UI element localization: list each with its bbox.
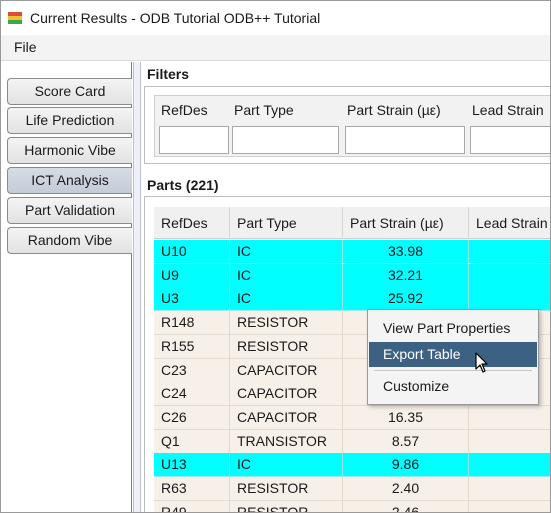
filter-part-type-label: Part Type: [234, 102, 294, 118]
cell-part-strain: 2.40: [343, 477, 469, 500]
cell-refdes: C23: [154, 358, 230, 382]
filter-refdes: RefDes: [155, 96, 231, 158]
filter-part-strain: Part Strain (µε): [341, 96, 467, 158]
cell-part-strain: 2.46: [343, 500, 469, 512]
cell-refdes: R63: [154, 477, 230, 500]
tab-score-card[interactable]: Score Card: [7, 78, 132, 105]
column-header-part-type[interactable]: Part Type: [230, 207, 343, 239]
menu-item-export-table[interactable]: Export Table: [369, 342, 537, 367]
filter-refdes-input[interactable]: [159, 126, 229, 154]
cell-part-type: CAPACITOR: [230, 405, 343, 429]
table-row[interactable]: R49 RESISTOR 2.46: [154, 500, 550, 512]
filters-panel: RefDes Part Type Part Strain (µε) Lead S…: [144, 86, 550, 164]
cell-part-strain: 33.98: [343, 240, 469, 263]
filter-refdes-label: RefDes: [161, 102, 208, 118]
panel-splitter[interactable]: [133, 62, 141, 512]
cell-lead-strain: [469, 453, 550, 476]
cell-refdes: U3: [154, 287, 230, 311]
cell-lead-strain: [469, 501, 550, 512]
table-row[interactable]: U10 IC 33.98: [154, 240, 550, 264]
filter-lead-strain: Lead Strain: [466, 96, 550, 158]
tab-random-vibe[interactable]: Random Vibe: [7, 227, 132, 254]
cell-refdes: R49: [154, 500, 230, 512]
menu-file[interactable]: File: [14, 39, 37, 55]
cell-part-type: RESISTOR: [230, 334, 343, 358]
cell-lead-strain: [469, 287, 550, 310]
cell-lead-strain: [469, 477, 550, 500]
cell-lead-strain: [469, 430, 550, 453]
cell-part-type: IC: [230, 453, 343, 477]
filters-title: Filters: [147, 66, 190, 82]
context-menu: View Part Properties Export Table Custom…: [367, 309, 539, 405]
parts-title: Parts (221): [147, 177, 219, 193]
cell-lead-strain: [469, 240, 550, 263]
filter-lead-strain-label: Lead Strain: [472, 102, 544, 118]
filters-bar: RefDes Part Type Part Strain (µε) Lead S…: [154, 95, 550, 158]
cell-part-strain: 25.92: [343, 287, 469, 311]
filter-lead-strain-input[interactable]: [470, 126, 550, 154]
cell-part-type: CAPACITOR: [230, 358, 343, 382]
tab-harmonic-vibe[interactable]: Harmonic Vibe: [7, 137, 132, 164]
table-row[interactable]: Q1 TRANSISTOR 8.57: [154, 429, 550, 454]
window-title: Current Results - ODB Tutorial ODB++ Tut…: [30, 10, 321, 26]
filter-part-strain-label: Part Strain (µε): [347, 102, 441, 118]
cell-part-strain: 16.35: [343, 405, 469, 429]
filter-part-type: Part Type: [228, 96, 341, 158]
parts-grid-header: RefDes Part Type Part Strain (µε) Lead S…: [154, 207, 550, 239]
table-row[interactable]: U13 IC 9.86: [154, 453, 550, 478]
cell-refdes: C26: [154, 405, 230, 429]
context-menu-separator: [374, 370, 532, 371]
column-header-refdes[interactable]: RefDes: [154, 207, 230, 239]
results-content: Filters RefDes Part Type Part Strain (µε…: [142, 62, 550, 512]
results-window: Current Results - ODB Tutorial ODB++ Tut…: [0, 0, 551, 513]
tab-ict-analysis[interactable]: ICT Analysis: [7, 167, 132, 194]
table-row[interactable]: R63 RESISTOR 2.40: [154, 477, 550, 501]
cell-part-strain: 32.21: [343, 263, 469, 287]
cell-refdes: Q1: [154, 429, 230, 453]
table-row[interactable]: C26 CAPACITOR 16.35: [154, 405, 550, 430]
cell-refdes: U13: [154, 453, 230, 477]
cell-part-type: CAPACITOR: [230, 382, 343, 406]
menu-item-view-part-properties[interactable]: View Part Properties: [369, 316, 537, 341]
cell-refdes: U9: [154, 263, 230, 287]
tab-part-validation[interactable]: Part Validation: [7, 197, 132, 224]
cell-part-type: IC: [230, 240, 343, 263]
cell-refdes: R148: [154, 311, 230, 335]
column-header-lead-strain[interactable]: Lead Strain: [469, 207, 550, 239]
cell-part-type: RESISTOR: [230, 477, 343, 500]
mouse-pointer-icon: [475, 352, 488, 373]
cell-part-type: IC: [230, 263, 343, 287]
menu-item-customize[interactable]: Customize: [369, 374, 537, 399]
filter-part-strain-input[interactable]: [345, 126, 465, 154]
column-header-part-strain[interactable]: Part Strain (µε): [343, 207, 469, 239]
cell-part-type: IC: [230, 287, 343, 311]
title-bar: Current Results - ODB Tutorial ODB++ Tut…: [1, 1, 550, 35]
cell-lead-strain: [469, 264, 550, 287]
cell-refdes: C24: [154, 382, 230, 406]
app-chart-icon: [8, 12, 22, 24]
filter-part-type-input[interactable]: [232, 126, 339, 154]
table-row[interactable]: U3 IC 25.92: [154, 287, 550, 312]
cell-part-strain: 8.57: [343, 429, 469, 453]
analysis-tabs: Score Card Life Prediction Harmonic Vibe…: [1, 62, 132, 512]
cell-refdes: R155: [154, 334, 230, 358]
table-row[interactable]: U9 IC 32.21: [154, 263, 550, 288]
cell-lead-strain: [469, 406, 550, 429]
cell-part-type: RESISTOR: [230, 500, 343, 512]
tab-life-prediction[interactable]: Life Prediction: [7, 107, 132, 134]
cell-refdes: U10: [154, 240, 230, 263]
menu-bar: File: [1, 35, 550, 61]
cell-part-type: RESISTOR: [230, 311, 343, 335]
cell-part-strain: 9.86: [343, 453, 469, 477]
cell-part-type: TRANSISTOR: [230, 429, 343, 453]
